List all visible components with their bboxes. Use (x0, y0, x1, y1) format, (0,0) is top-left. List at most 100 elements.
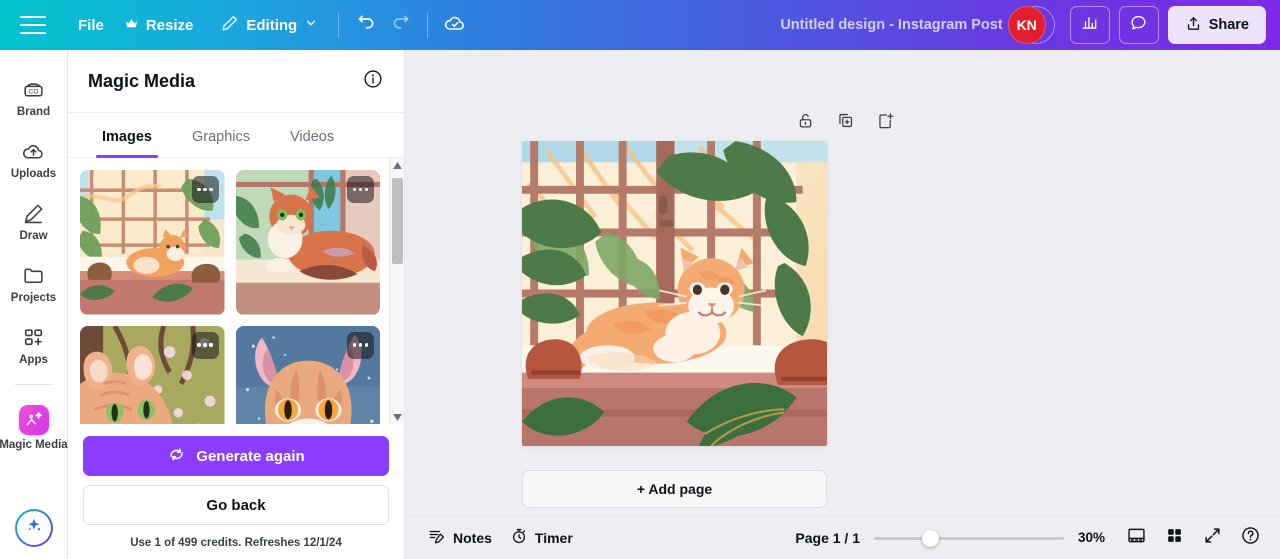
add-page-icon (876, 111, 895, 135)
bottom-toolbar: Notes Timer Page 1 / 1 30% (405, 515, 1280, 559)
notes-label: Notes (453, 529, 492, 546)
undo-icon (356, 12, 377, 38)
panel-scrollbar[interactable] (389, 158, 404, 424)
file-menu-label: File (78, 16, 104, 34)
timer-label: Timer (534, 529, 573, 546)
editing-label: Editing (246, 16, 298, 34)
generated-image-2[interactable] (235, 170, 380, 315)
chevron-down-icon (304, 16, 318, 34)
redo-icon (390, 12, 411, 38)
generate-again-button[interactable]: Generate again (83, 436, 389, 476)
file-menu-button[interactable]: File (68, 11, 114, 40)
results-grid (68, 158, 404, 424)
add-page-button[interactable]: + Add page (522, 470, 827, 508)
cloud-saved-icon (443, 11, 467, 40)
timer-button[interactable]: Timer (501, 522, 582, 553)
rail-divider (14, 384, 53, 385)
generated-image-3[interactable] (80, 325, 225, 424)
sidebar-item-label: Magic Media (0, 439, 68, 451)
header-divider-1 (338, 12, 340, 38)
generated-image-1[interactable] (80, 170, 225, 315)
help-button[interactable] (1234, 522, 1266, 554)
info-icon[interactable] (362, 68, 384, 95)
cloud-saved-button[interactable] (438, 8, 472, 42)
panel-header: Magic Media (68, 50, 404, 113)
zoom-slider[interactable] (874, 528, 1064, 548)
header-divider-2 (427, 12, 429, 38)
more-options-icon[interactable] (347, 176, 374, 203)
duplicate-page-button[interactable] (831, 108, 861, 138)
scrollbar-thumb[interactable] (391, 178, 403, 264)
sidebar-item-brand[interactable]: CO Brand (3, 68, 65, 124)
tab-videos[interactable]: Videos (274, 113, 350, 157)
sidebar-item-magic-media[interactable]: Magic Media (0, 397, 68, 457)
cloud-upload-icon (21, 138, 47, 164)
tab-graphics[interactable]: Graphics (176, 113, 266, 157)
sidebar-item-projects[interactable]: Projects (3, 254, 65, 310)
go-back-label: Go back (206, 496, 266, 514)
grid-view-button[interactable] (1158, 522, 1190, 554)
add-page-label: + Add page (636, 481, 713, 497)
help-icon (1240, 525, 1261, 551)
scroll-up-arrow[interactable] (390, 158, 405, 172)
magic-media-icon (18, 405, 49, 435)
add-page-button-top[interactable] (871, 108, 901, 138)
upload-icon (1185, 15, 1202, 36)
comment-bubble-icon (1129, 13, 1148, 37)
lock-page-button[interactable] (791, 108, 821, 138)
pencil-icon (221, 14, 239, 36)
more-options-icon[interactable] (191, 176, 219, 203)
notes-button[interactable]: Notes (419, 522, 501, 553)
avatar[interactable]: KN (1007, 6, 1046, 44)
grid-view-icon (1165, 526, 1184, 550)
crown-icon (124, 16, 139, 35)
fullscreen-button[interactable] (1196, 522, 1228, 554)
sidebar-item-label: Brand (16, 106, 51, 118)
more-options-icon[interactable] (347, 331, 374, 359)
editing-mode-button[interactable]: Editing (211, 8, 328, 42)
scrollbar-track[interactable] (390, 172, 405, 410)
avatar-initials: KN (1016, 17, 1037, 33)
scroll-down-arrow[interactable] (390, 410, 405, 424)
zoom-slider-knob[interactable] (922, 529, 939, 547)
panel-footer: Generate again Go back Use 1 of 499 cred… (68, 424, 404, 559)
apps-grid-plus-icon (21, 324, 47, 350)
generated-image-4[interactable] (235, 325, 380, 424)
go-back-button[interactable]: Go back (83, 485, 389, 525)
duplicate-icon (836, 111, 855, 135)
resize-button[interactable]: Resize (114, 10, 204, 41)
sidebar-item-uploads[interactable]: Uploads (3, 130, 65, 186)
share-button[interactable]: Share (1167, 6, 1266, 44)
design-page[interactable] (522, 141, 827, 446)
zoom-slider-track (874, 536, 1064, 540)
refresh-icon (167, 445, 186, 468)
insights-button[interactable] (1069, 6, 1110, 44)
sparkle-icon (23, 515, 45, 542)
sidebar-item-label: Apps (19, 354, 48, 366)
undo-button[interactable] (349, 8, 383, 42)
sidebar-item-label: Projects (10, 292, 57, 304)
generate-again-label: Generate again (196, 447, 305, 465)
credits-note: Use 1 of 499 credits. Refreshes 12/1/24 (130, 537, 342, 549)
magic-media-panel: Magic Media Images Graphics Videos Gener… (68, 50, 405, 559)
resize-label: Resize (145, 16, 194, 34)
tab-label: Videos (290, 129, 335, 145)
zoom-level[interactable]: 30% (1078, 530, 1114, 545)
sidebar-item-label: Draw (19, 230, 48, 242)
comments-button[interactable] (1118, 6, 1159, 44)
canvas-area: + Add page (405, 50, 1280, 559)
document-title: Untitled design - Instagram Post (780, 17, 1003, 33)
sidebar-item-apps[interactable]: Apps (3, 316, 65, 372)
redo-button[interactable] (383, 8, 417, 42)
page-toolbar (791, 108, 901, 138)
svg-text:CO: CO (29, 88, 39, 95)
presenter-view-button[interactable] (1120, 522, 1152, 554)
magic-assistant-button[interactable] (15, 509, 53, 547)
more-options-icon[interactable] (191, 331, 219, 359)
tab-label: Graphics (191, 129, 251, 145)
hamburger-icon[interactable] (20, 16, 46, 34)
sidebar-item-draw[interactable]: Draw (3, 192, 65, 248)
timer-icon (510, 527, 528, 548)
tab-images[interactable]: Images (86, 113, 168, 158)
brand-icon: CO (21, 76, 47, 102)
